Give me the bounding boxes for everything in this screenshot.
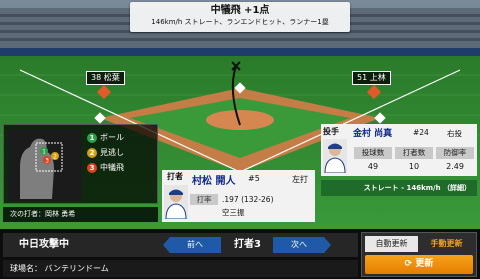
batter-stat-key: 打率 [190, 194, 218, 205]
play-result-detail: 146km/h ストレート、ランエンドヒット、ランナー1塁 [151, 18, 329, 26]
play-result-banner: 中犠飛 +1点 146km/h ストレート、ランエンドヒット、ランナー1塁 [130, 2, 350, 32]
batter-handedness: 左打 [292, 175, 308, 184]
pitcher-card: 投手 金村 尚真 #24 右投 投球数 打者数 防御率 49 10 2.49 [321, 124, 477, 176]
play-result-title: 中犠飛 +1点 [210, 5, 270, 16]
fielder-label-right: 51 上林 [352, 71, 391, 85]
batter-index: 打者3 [234, 239, 261, 250]
legend-dot-2: 2 [87, 147, 97, 158]
batter-card: 打者 村松 開人 #5 左打 打率 .197 (132-26) 空三振 [162, 170, 315, 222]
batter-result-value: 空三振 [222, 208, 245, 217]
refresh-icon: ⟳ [404, 259, 416, 269]
next-batter-label: 次の打者：岡林 勇希 [3, 207, 158, 222]
pitchers-mound [206, 110, 274, 130]
legend-label-2: 見逃し [100, 148, 124, 157]
update-panel: 自動更新 手動更新 ⟳ 更新 [361, 232, 477, 277]
stadium-label: 球場名： バンテリンドーム [3, 260, 358, 277]
batter-stat-row: 打率 .197 (132-26) [190, 194, 314, 205]
strike-zone-icon: 1 2 3 [8, 129, 82, 201]
batter-stat-value: .197 (132-26) [222, 195, 274, 204]
pitcher-stat-header-era: 防御率 [436, 147, 474, 159]
live-game-view: 中犠飛 +1点 146km/h ストレート、ランエンドヒット、ランナー1塁 38… [0, 0, 480, 279]
legend-dot-3: 3 [87, 162, 97, 173]
svg-text:3: 3 [45, 158, 49, 165]
legend-label-1: ボール [100, 133, 124, 142]
svg-text:1: 1 [42, 149, 46, 156]
legend-dot-1: 1 [87, 132, 97, 143]
pitcher-number: #24 [413, 128, 429, 137]
batter-number: #5 [248, 174, 260, 183]
manual-update-button[interactable]: 手動更新 [420, 236, 473, 252]
svg-text:2: 2 [53, 154, 57, 161]
batter-role-label: 打者 [167, 172, 183, 181]
pitch-sequence-panel: 1 2 3 1 ボール 2 見逃し 3 中犠飛 [3, 124, 158, 204]
batter-avatar [164, 185, 188, 219]
bottom-bar: 中日攻撃中 前へ 打者3 次へ 球場名： バンテリンドーム 自動更新 手動更新 … [0, 229, 480, 279]
pitcher-name[interactable]: 金村 尚真 [353, 126, 392, 139]
legend-item-called-strike: 2 見逃し [87, 147, 124, 158]
legend-item-ball: 1 ボール [87, 132, 124, 143]
pitcher-role-label: 投手 [323, 127, 339, 136]
refresh-label: 更新 [415, 259, 434, 269]
refresh-button[interactable]: ⟳ 更新 [365, 255, 473, 274]
team-status-bar: 中日攻撃中 前へ 打者3 次へ [3, 233, 358, 257]
batter-result-row: 空三振 [190, 207, 314, 218]
pitch-info-link[interactable]: ストレート - 146km/h （詳細） [321, 180, 477, 196]
fielder-label-left: 38 松葉 [86, 71, 125, 85]
pitcher-stat-batters: 10 [408, 162, 420, 171]
outfield-wall [0, 48, 480, 56]
pitcher-avatar [323, 139, 347, 173]
pitcher-stat-era: 2.49 [446, 162, 464, 171]
legend-item-sac-fly: 3 中犠飛 [87, 162, 124, 173]
attack-status: 中日攻撃中 [19, 239, 69, 250]
pitcher-stat-pitches: 49 [367, 162, 379, 171]
auto-update-button[interactable]: 自動更新 [365, 236, 418, 252]
next-button[interactable]: 次へ [273, 237, 331, 253]
batter-name[interactable]: 村松 開人 [192, 172, 235, 187]
pitcher-stat-header-batters: 打者数 [395, 147, 433, 159]
pitcher-stat-header-pitches: 投球数 [354, 147, 392, 159]
legend-label-3: 中犠飛 [100, 163, 124, 172]
prev-button[interactable]: 前へ [163, 237, 221, 253]
pitcher-handedness: 右投 [447, 129, 462, 138]
